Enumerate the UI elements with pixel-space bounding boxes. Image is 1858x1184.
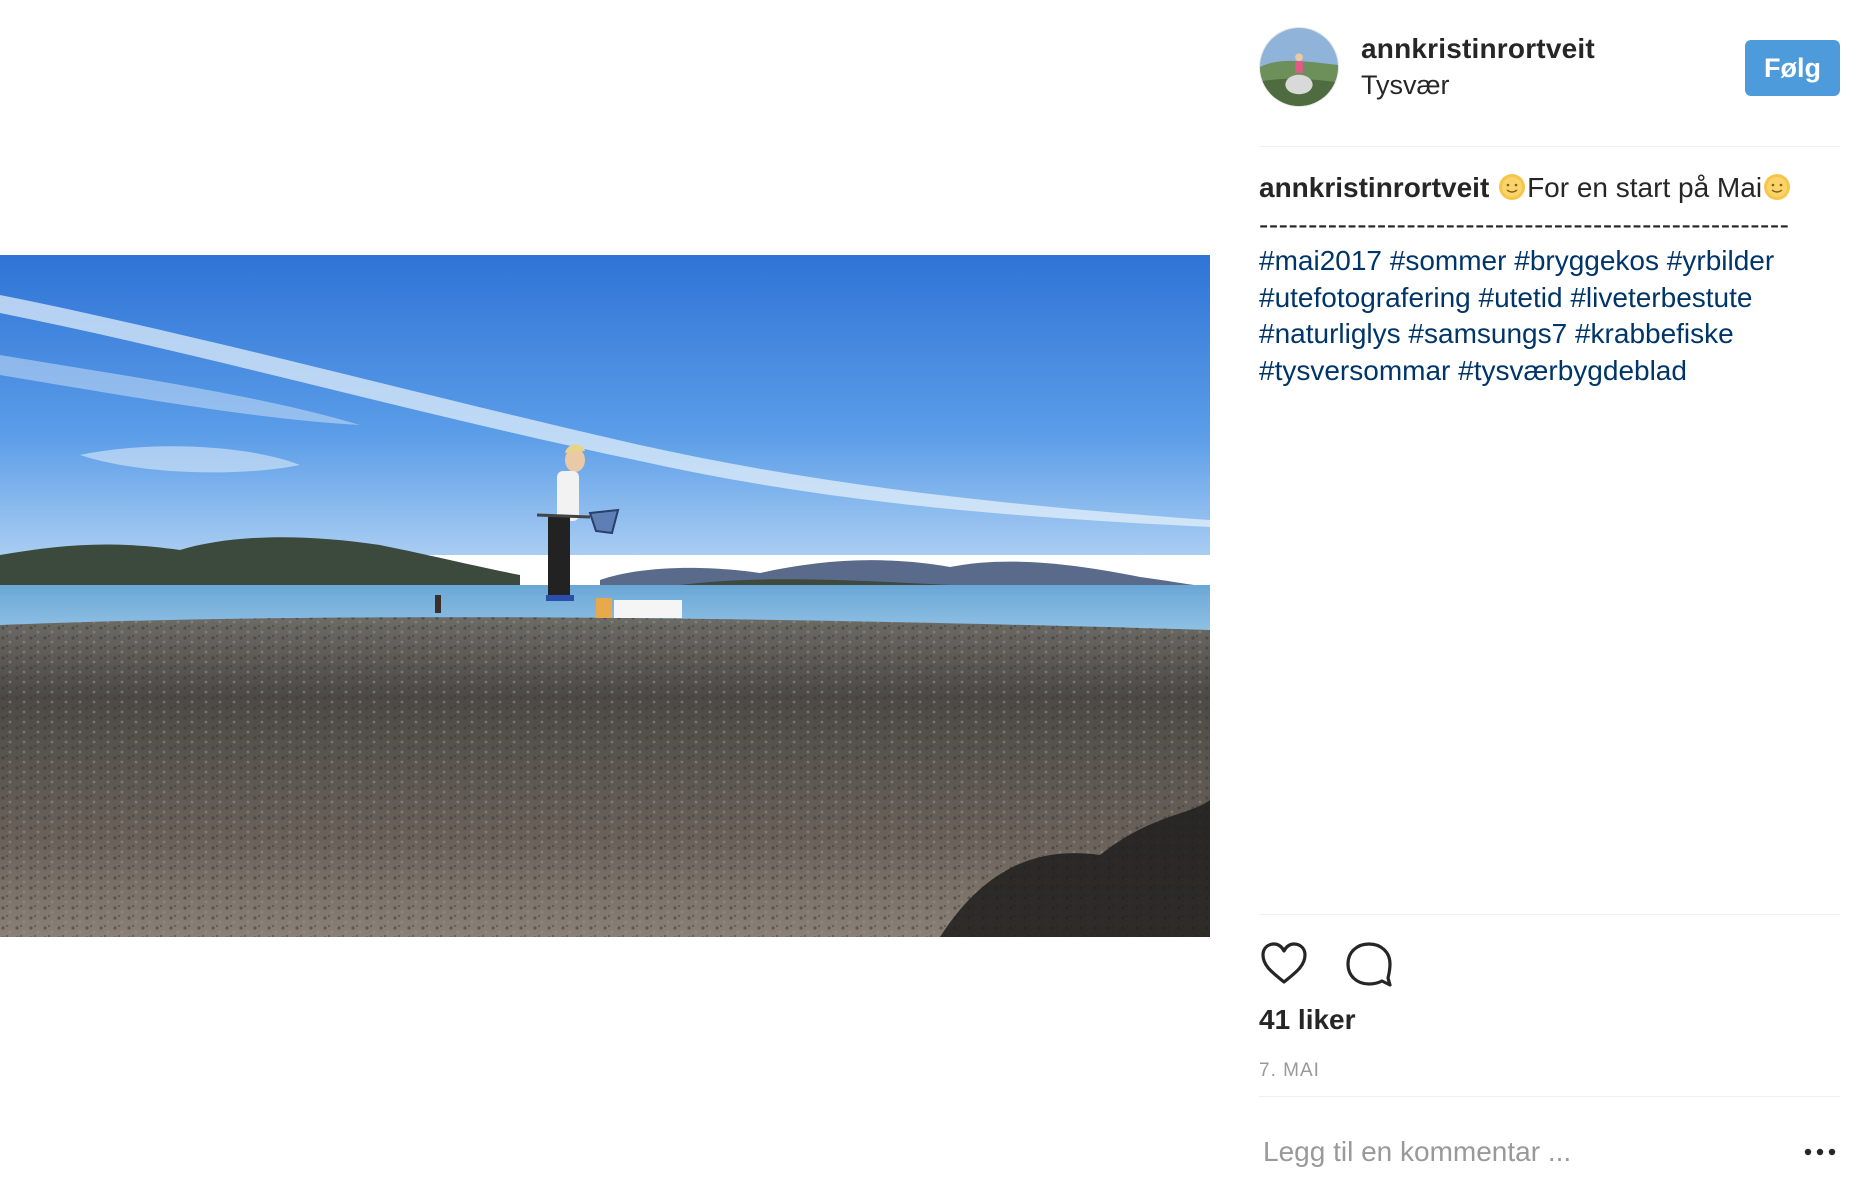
hashtag-link[interactable]: #naturliglys <box>1259 318 1401 349</box>
actions-divider <box>1259 914 1840 915</box>
hashtag-link[interactable]: #sommer <box>1390 245 1507 276</box>
post-date[interactable]: 7. MAI <box>1259 1060 1320 1082</box>
hashtag-link[interactable]: #krabbefiske <box>1575 318 1734 349</box>
hashtag-list: #mai2017 #sommer #bryggekos #yrbilder #u… <box>1259 243 1840 389</box>
ellipsis-icon[interactable] <box>1800 1136 1840 1168</box>
username-link[interactable]: annkristinrortveit <box>1361 33 1595 65</box>
heart-outline-icon[interactable] <box>1259 940 1309 988</box>
post-photo[interactable] <box>0 255 1210 937</box>
sun-face-emoji-icon <box>1764 174 1791 200</box>
header-divider <box>1259 146 1840 147</box>
like-count[interactable]: 41 liker <box>1259 1004 1356 1036</box>
follow-button[interactable]: Følg <box>1745 40 1840 96</box>
hashtag-link[interactable]: #samsungs7 <box>1408 318 1567 349</box>
caption-text: For en start på Mai <box>1527 172 1763 203</box>
hashtag-link[interactable]: #utefotografering <box>1259 282 1471 313</box>
hashtag-link[interactable]: #yrbilder <box>1667 245 1774 276</box>
post-header: annkristinrortveit Tysvær Følg <box>1259 27 1840 109</box>
photo-boy-fishing-on-pier <box>0 255 1210 937</box>
post-actions <box>1259 940 1840 990</box>
speech-bubble-icon[interactable] <box>1344 940 1394 988</box>
comment-input[interactable] <box>1259 1132 1783 1172</box>
avatar[interactable] <box>1259 27 1339 107</box>
hashtag-link[interactable]: #mai2017 <box>1259 245 1382 276</box>
hashtag-link[interactable]: #utetid <box>1479 282 1563 313</box>
caption-dashes: ----------------------------------------… <box>1259 208 1790 240</box>
post-side-panel: annkristinrortveit Tysvær Følg annkristi… <box>1259 0 1840 1184</box>
hashtag-link[interactable]: #liveterbestute <box>1570 282 1752 313</box>
comment-divider <box>1259 1096 1840 1097</box>
instagram-post-view: annkristinrortveit Tysvær Følg annkristi… <box>0 0 1858 1184</box>
hashtag-link[interactable]: #bryggekos <box>1514 245 1659 276</box>
avatar-image <box>1260 28 1338 106</box>
caption-author-link[interactable]: annkristinrortveit <box>1259 172 1489 203</box>
hashtag-link[interactable]: #tysværbygdeblad <box>1458 355 1687 386</box>
post-caption: annkristinrortveit For en start på Mai -… <box>1259 170 1840 389</box>
sun-face-emoji-icon <box>1499 174 1526 200</box>
hashtag-link[interactable]: #tysversommar <box>1259 355 1450 386</box>
location-link[interactable]: Tysvær <box>1361 70 1450 101</box>
